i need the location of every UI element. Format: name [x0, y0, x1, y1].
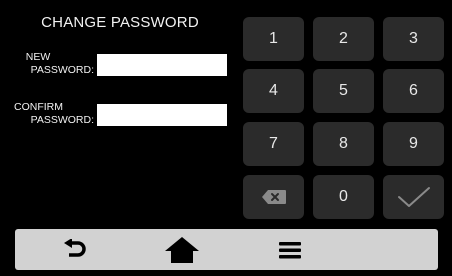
key-0[interactable]: 0	[313, 175, 374, 219]
back-button[interactable]	[45, 229, 105, 270]
key-6[interactable]: 6	[383, 69, 444, 113]
confirm-button[interactable]	[383, 175, 444, 219]
key-3[interactable]: 3	[383, 17, 444, 61]
back-arrow-icon	[64, 238, 86, 257]
change-password-screen: CHANGE PASSWORD NEW PASSWORD: CONFIRM PA…	[0, 0, 452, 276]
menu-button[interactable]	[260, 229, 320, 270]
key-9[interactable]: 9	[383, 122, 444, 166]
confirm-password-label-line1: CONFIRM	[14, 101, 63, 113]
home-button[interactable]	[152, 229, 212, 270]
confirm-password-field[interactable]	[97, 104, 227, 126]
new-password-field[interactable]	[97, 54, 227, 76]
backspace-icon	[261, 190, 286, 204]
key-5[interactable]: 5	[313, 69, 374, 113]
key-7[interactable]: 7	[243, 122, 304, 166]
bottom-navigation-bar	[15, 229, 438, 270]
page-title: CHANGE PASSWORD	[41, 14, 199, 31]
new-password-label-line2: PASSWORD:	[30, 64, 94, 76]
key-8[interactable]: 8	[313, 122, 374, 166]
backspace-button[interactable]	[243, 175, 304, 219]
checkmark-icon	[397, 187, 430, 207]
new-password-label-line1: NEW	[25, 51, 51, 63]
confirm-password-label: CONFIRM PASSWORD:	[14, 101, 94, 127]
key-2[interactable]: 2	[313, 17, 374, 61]
confirm-password-label-line2: PASSWORD:	[30, 114, 94, 126]
home-icon	[165, 236, 199, 263]
menu-icon	[279, 241, 301, 258]
key-1[interactable]: 1	[243, 17, 304, 61]
new-password-label: NEW PASSWORD:	[14, 51, 94, 77]
key-4[interactable]: 4	[243, 69, 304, 113]
